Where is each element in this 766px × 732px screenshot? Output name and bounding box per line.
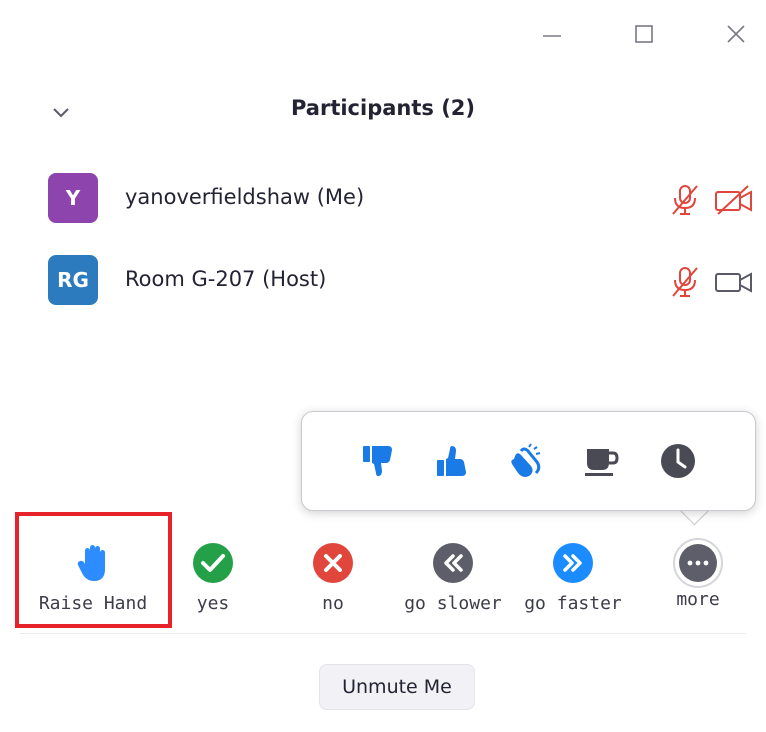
no-button[interactable]: no [273, 537, 393, 614]
action-label: yes [196, 593, 230, 614]
thumbs-down-icon [363, 446, 392, 476]
clock-button[interactable] [656, 441, 700, 481]
reactions-popup [301, 411, 756, 511]
check-circle-icon [193, 543, 233, 583]
camera-icon[interactable] [714, 265, 754, 303]
clap-icon [511, 443, 541, 477]
avatar: RG [48, 255, 98, 305]
minimize-icon [543, 35, 561, 37]
camera-off-icon[interactable] [714, 183, 754, 221]
fast-forward-circle-icon [553, 543, 593, 583]
more-button[interactable]: more [638, 537, 758, 610]
rewind-circle-icon [433, 543, 473, 583]
avatar: Y [48, 173, 98, 223]
thumbs-up-button[interactable] [430, 441, 474, 481]
raise-hand-icon [77, 545, 105, 581]
thumbs-up-icon [437, 446, 466, 476]
maximize-button[interactable] [630, 20, 658, 48]
participant-row[interactable]: Y yanoverfieldshaw (Me) [48, 173, 758, 225]
participant-name: Room G-207 (Host) [125, 267, 327, 291]
thumbs-down-button[interactable] [356, 441, 400, 481]
close-icon [727, 25, 745, 43]
clap-button[interactable] [504, 441, 548, 481]
raise-hand-button[interactable]: Raise Hand [33, 537, 153, 614]
clock-icon [661, 444, 695, 478]
mic-muted-icon[interactable] [668, 183, 702, 221]
unmute-button[interactable]: Unmute Me [319, 664, 475, 710]
action-label: go faster [524, 593, 622, 614]
maximize-icon [635, 25, 653, 43]
participant-row[interactable]: RG Room G-207 (Host) [48, 255, 758, 307]
coffee-icon [585, 449, 619, 476]
x-circle-icon [313, 543, 353, 583]
action-label: no [322, 593, 344, 614]
action-label: Raise Hand [38, 593, 148, 614]
participant-name: yanoverfieldshaw (Me) [125, 185, 365, 209]
action-label: more [676, 589, 720, 610]
action-label: go slower [404, 593, 502, 614]
panel-title: Participants (2) [290, 96, 476, 120]
yes-button[interactable]: yes [153, 537, 273, 614]
minimize-button[interactable] [538, 20, 566, 48]
coffee-button[interactable] [580, 441, 624, 481]
divider [20, 633, 746, 634]
go-faster-button[interactable]: go faster [513, 537, 633, 614]
close-window-button[interactable] [722, 20, 750, 48]
more-dots-icon [673, 538, 723, 588]
go-slower-button[interactable]: go slower [393, 537, 513, 614]
mic-muted-icon[interactable] [668, 265, 702, 303]
